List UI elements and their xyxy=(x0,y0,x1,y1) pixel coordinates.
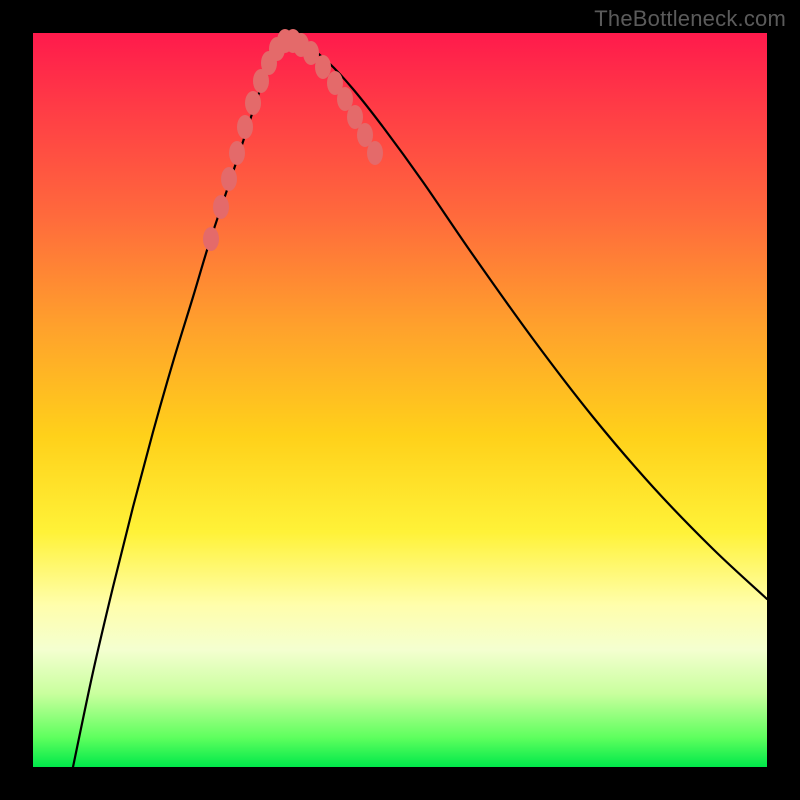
attribution-label: TheBottleneck.com xyxy=(594,6,786,32)
highlight-dot xyxy=(367,141,383,165)
bottleneck-curve xyxy=(73,40,767,767)
highlight-dot xyxy=(203,227,219,251)
highlight-dot xyxy=(245,91,261,115)
highlight-dot xyxy=(237,115,253,139)
highlight-dots xyxy=(203,29,383,251)
highlight-dot xyxy=(221,167,237,191)
highlight-dot xyxy=(315,55,331,79)
highlight-dot xyxy=(229,141,245,165)
chart-frame: TheBottleneck.com xyxy=(0,0,800,800)
curve-layer xyxy=(33,33,767,767)
highlight-dot xyxy=(213,195,229,219)
